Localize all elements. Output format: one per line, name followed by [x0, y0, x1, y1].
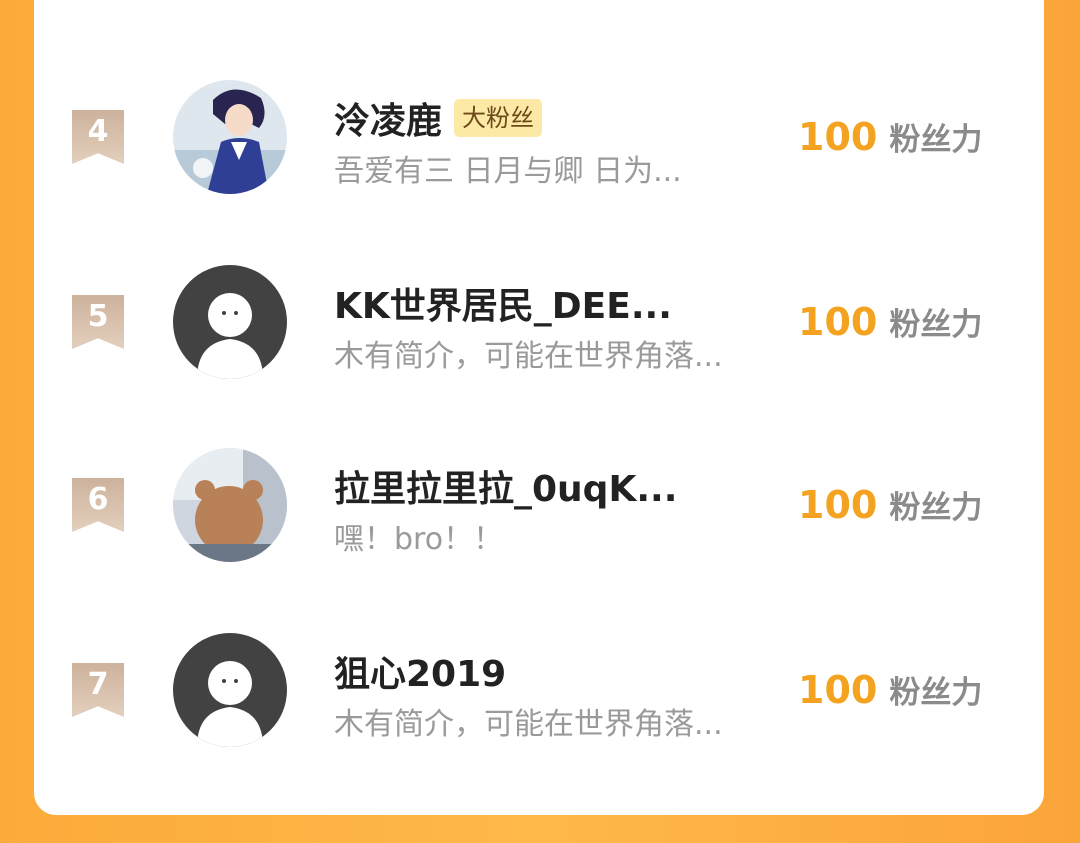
- user-name-line: 泠凌鹿 大粉丝: [334, 92, 543, 144]
- fan-power-score: 100 粉丝力: [798, 114, 982, 159]
- rank-badge: 4: [72, 110, 124, 164]
- user-name-line: 狙心2019: [334, 645, 506, 697]
- default-avatar[interactable]: [173, 633, 287, 747]
- score-label: 粉丝力: [889, 122, 983, 158]
- fan-power-score: 100 粉丝力: [798, 482, 982, 527]
- user-bio: 吾爱有三 日月与卿 日为...: [334, 154, 682, 189]
- fan-power-score: 100 粉丝力: [798, 299, 982, 344]
- score-label: 粉丝力: [889, 675, 983, 711]
- rank-badge: 7: [72, 663, 124, 717]
- user-name[interactable]: KK世界居民_DEE...: [334, 277, 672, 329]
- user-bio: 木有简介，可能在世界角落...: [334, 707, 723, 742]
- user-name[interactable]: 拉里拉里拉_0uqK...: [334, 460, 677, 512]
- user-bio: 木有简介，可能在世界角落...: [334, 339, 723, 374]
- fan-level-badge: 大粉丝: [454, 99, 543, 137]
- user-name[interactable]: 狙心2019: [334, 645, 506, 697]
- fan-ranking-page: 4 泠凌鹿 大粉丝 吾爱有三 日月与卿 日为... 100 粉丝力 5 KK世界…: [0, 0, 1080, 843]
- fan-power-score: 100 粉丝力: [798, 667, 982, 712]
- default-avatar[interactable]: [173, 265, 287, 379]
- bear-avatar[interactable]: [173, 448, 287, 562]
- user-name-line: 拉里拉里拉_0uqK...: [334, 460, 677, 512]
- user-name[interactable]: 泠凌鹿: [334, 92, 442, 144]
- rank-badge: 6: [72, 478, 124, 532]
- score-value: 100: [798, 300, 878, 344]
- user-bio: 嘿！bro！！: [334, 522, 504, 557]
- user-name-line: KK世界居民_DEE...: [334, 277, 672, 329]
- score-value: 100: [798, 115, 878, 159]
- score-label: 粉丝力: [889, 490, 983, 526]
- score-label: 粉丝力: [889, 307, 983, 343]
- rank-badge: 5: [72, 295, 124, 349]
- anime-boy-avatar[interactable]: [173, 80, 287, 194]
- ranking-row[interactable]: 6 拉里拉里拉_0uqK... 嘿！bro！！ 100 粉丝力: [34, 440, 1044, 590]
- score-value: 100: [798, 668, 878, 712]
- ranking-row[interactable]: 4 泠凌鹿 大粉丝 吾爱有三 日月与卿 日为... 100 粉丝力: [34, 72, 1044, 222]
- score-value: 100: [798, 483, 878, 527]
- ranking-row[interactable]: 7 狙心2019 木有简介，可能在世界角落... 100 粉丝力: [34, 625, 1044, 775]
- ranking-row[interactable]: 5 KK世界居民_DEE... 木有简介，可能在世界角落... 100 粉丝力: [34, 257, 1044, 407]
